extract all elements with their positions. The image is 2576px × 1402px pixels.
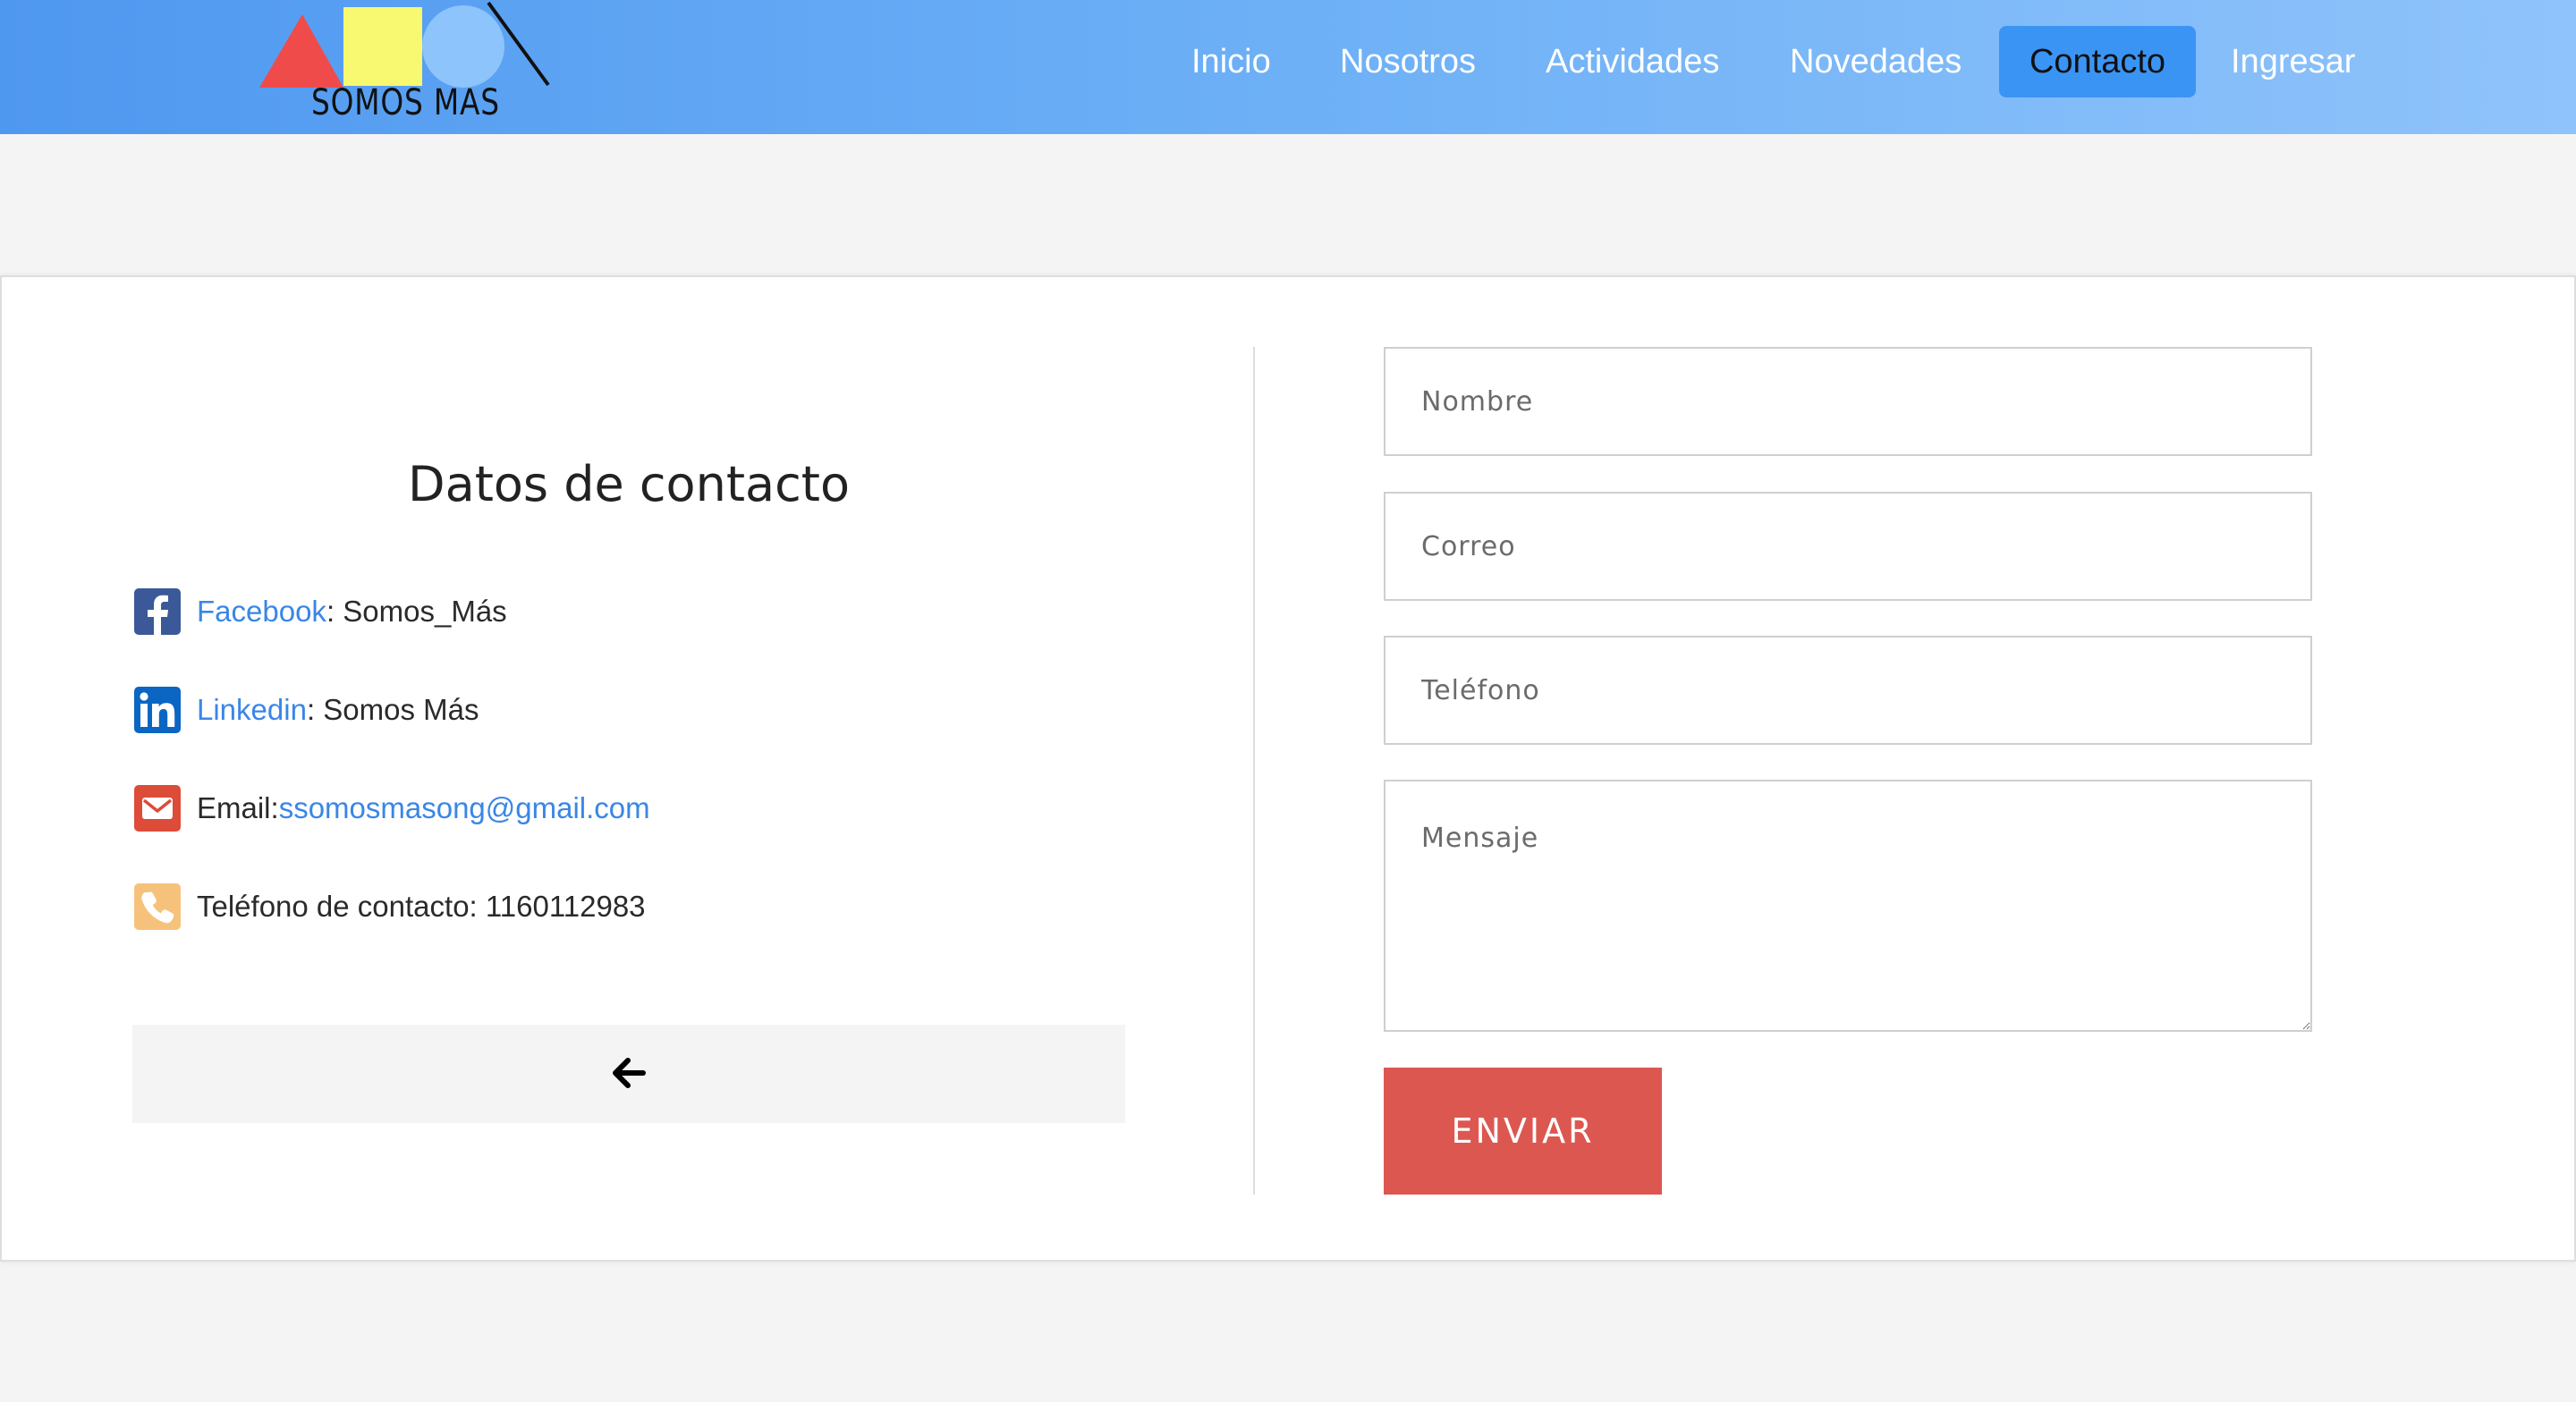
facebook-handle: : Somos_Más [326, 595, 507, 628]
nav-item-ingresar[interactable]: Ingresar [2231, 26, 2355, 97]
facebook-icon [134, 588, 181, 635]
phone-text: Teléfono de contacto: 1160112983 [197, 890, 646, 923]
nav-item-nosotros[interactable]: Nosotros [1340, 26, 1476, 97]
contact-row-email: Email: ssomosmasong@gmail.com [134, 783, 650, 833]
phone-icon [134, 883, 181, 930]
contact-card: Datos de contacto Facebook : Somos_Más L… [0, 275, 2576, 1262]
contact-row-phone: Teléfono de contacto: 1160112983 [134, 882, 646, 932]
linkedin-icon [134, 687, 181, 733]
email-label: Email: [197, 791, 279, 824]
name-field[interactable] [1384, 347, 2312, 456]
contact-row-linkedin: Linkedin : Somos Más [134, 685, 479, 735]
phone-field[interactable] [1384, 636, 2312, 745]
nav-item-novedades[interactable]: Novedades [1790, 26, 1962, 97]
main-nav: Inicio Nosotros Actividades Novedades Co… [0, 26, 2576, 97]
nav-item-actividades[interactable]: Actividades [1546, 26, 1719, 97]
contact-title: Datos de contacto [408, 456, 850, 512]
linkedin-handle: : Somos Más [306, 693, 479, 726]
nav-item-inicio[interactable]: Inicio [1191, 26, 1271, 97]
top-navbar: SOMOS MAS Inicio Nosotros Actividades No… [0, 0, 2576, 134]
email-field[interactable] [1384, 492, 2312, 601]
nav-item-contacto[interactable]: Contacto [1999, 26, 2196, 97]
contact-row-facebook: Facebook : Somos_Más [134, 587, 507, 637]
column-divider [1253, 347, 1255, 1195]
facebook-link[interactable]: Facebook [197, 595, 326, 629]
linkedin-link[interactable]: Linkedin [197, 693, 307, 727]
back-button[interactable] [132, 1025, 1125, 1123]
message-field[interactable] [1384, 780, 2312, 1032]
email-link[interactable]: ssomosmasong@gmail.com [279, 791, 650, 825]
arrow-left-icon [611, 1057, 647, 1092]
send-button[interactable]: ENVIAR [1384, 1068, 1662, 1195]
envelope-icon [134, 785, 181, 832]
